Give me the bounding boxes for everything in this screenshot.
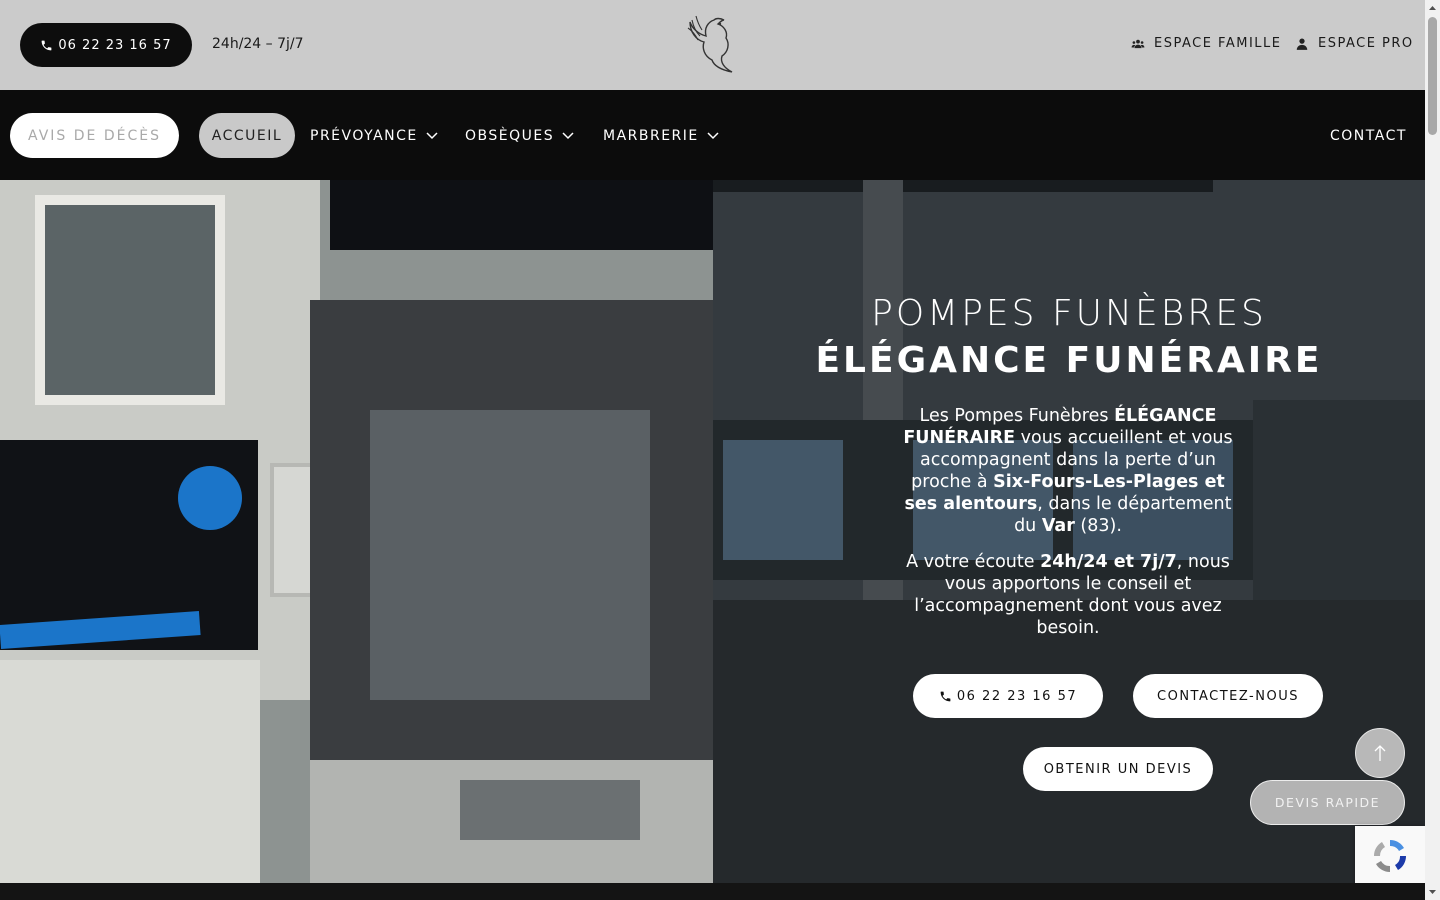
storefront-photo [0, 180, 713, 883]
avis-de-deces-button[interactable]: AVIS DE DÉCÈS [10, 113, 179, 158]
p1-text-1: Les Pompes Funèbres [919, 406, 1115, 426]
chevron-down-icon [562, 131, 574, 139]
espace-pro-label: ESPACE PRO [1318, 36, 1414, 51]
phone-icon [940, 691, 951, 701]
hero-paragraph-2: A votre écoute 24h/24 et 7j/7, nous vous… [893, 551, 1243, 639]
espace-pro-link[interactable]: ESPACE PRO [1295, 36, 1414, 51]
hero-phone-button[interactable]: 06 22 23 16 57 [913, 674, 1103, 718]
dove-logo-icon[interactable] [684, 12, 738, 74]
nav-prevoyance[interactable]: PRÉVOYANCE [310, 113, 438, 158]
nav-prevoyance-label: PRÉVOYANCE [310, 127, 418, 144]
p2-bold-1: 24h/24 et 7j/7 [1040, 552, 1177, 572]
scroll-to-top-button[interactable] [1355, 728, 1405, 778]
user-icon [1296, 37, 1308, 50]
espace-famille-label: ESPACE FAMILLE [1154, 36, 1282, 51]
top-bar: 06 22 23 16 57 24h/24 – 7j/7 ESPACE FAMI… [0, 0, 1425, 90]
page-scrollbar[interactable] [1425, 0, 1440, 900]
nav-accueil[interactable]: ACCUEIL [199, 113, 295, 158]
storefront-illustration [0, 180, 713, 883]
hero-paragraph-1: Les Pompes Funèbres ÉLÉGANCE FUNÉRAIRE v… [893, 405, 1243, 537]
nav-contact[interactable]: CONTACT [1330, 113, 1407, 158]
hero-phone-label: 06 22 23 16 57 [956, 688, 1078, 704]
opening-hours: 24h/24 – 7j/7 [212, 36, 304, 52]
espace-famille-link[interactable]: ESPACE FAMILLE [1131, 36, 1282, 51]
phone-icon [42, 40, 52, 50]
devis-rapide-button[interactable]: DEVIS RAPIDE [1250, 780, 1405, 825]
scroll-up-arrow-icon[interactable] [1428, 3, 1437, 12]
nav-obseques[interactable]: OBSÈQUES [465, 113, 574, 158]
header-phone-button[interactable]: 06 22 23 16 57 [20, 23, 192, 67]
scrollbar-thumb[interactable] [1428, 17, 1437, 135]
nav-accueil-label: ACCUEIL [211, 127, 283, 144]
chevron-down-icon [426, 131, 438, 139]
nav-obseques-label: OBSÈQUES [465, 127, 555, 144]
hero-title-line-1: POMPES FUNÈBRES [871, 293, 1267, 334]
scroll-down-arrow-icon[interactable] [1428, 888, 1437, 897]
chevron-down-icon [707, 131, 719, 139]
nav-contact-label: CONTACT [1330, 127, 1407, 144]
nav-marbrerie[interactable]: MARBRERIE [603, 113, 719, 158]
contactez-nous-button[interactable]: CONTACTEZ-NOUS [1133, 674, 1323, 718]
p1-text-4: (83). [1074, 516, 1122, 536]
p1-bold-3: Var [1041, 516, 1075, 536]
main-navigation: AVIS DE DÉCÈS ACCUEIL PRÉVOYANCE OBSÈQUE… [0, 90, 1425, 180]
nav-marbrerie-label: MARBRERIE [603, 127, 699, 144]
recaptcha-badge[interactable] [1355, 826, 1425, 886]
next-section-edge [0, 883, 1425, 900]
p2-text-1: A votre écoute [906, 552, 1041, 572]
recaptcha-icon [1373, 839, 1407, 873]
obtenir-devis-button[interactable]: OBTENIR UN DEVIS [1023, 747, 1213, 791]
header-phone-label: 06 22 23 16 57 [58, 37, 172, 53]
hero-title-line-2: ÉLÉGANCE FUNÉRAIRE [815, 340, 1323, 381]
arrow-up-icon [1374, 745, 1386, 761]
users-icon [1131, 39, 1145, 48]
hero-section: POMPES FUNÈBRES ÉLÉGANCE FUNÉRAIRE Les P… [0, 180, 1425, 883]
